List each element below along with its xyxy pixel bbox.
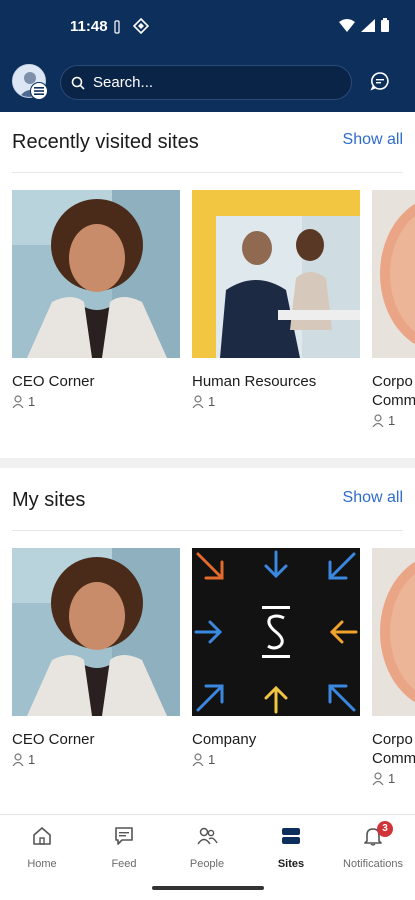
nav-people-label: People: [189, 858, 225, 870]
site-card-members: 1: [192, 752, 360, 767]
site-card-ceo-corner[interactable]: CEO Corner 1: [12, 548, 180, 767]
chat-icon: [370, 72, 389, 91]
nav-sites-label: Sites: [277, 858, 305, 870]
site-card-corporate-comm[interactable]: Corpo Comm 1: [372, 548, 415, 786]
nav-home-label: Home: [27, 858, 57, 870]
person-icon: [12, 395, 24, 408]
recent-show-all-link[interactable]: Show all: [343, 131, 403, 149]
nav-home[interactable]: Home: [2, 825, 82, 870]
nav-feed[interactable]: Feed: [84, 825, 164, 870]
my-sites-row[interactable]: CEO Corner 1 Company 1 Corpo Comm 1: [0, 548, 415, 808]
home-indicator[interactable]: [152, 886, 264, 890]
notifications-count-badge: 3: [377, 821, 393, 837]
site-card-members: 1: [372, 413, 415, 428]
status-time: 11:48: [70, 18, 108, 35]
search-placeholder: Search...: [93, 74, 154, 91]
company-logo-image: [192, 548, 360, 716]
signal-icon: [361, 18, 375, 32]
site-card-members: 1: [12, 394, 180, 409]
site-card-title: CEO Corner: [12, 731, 95, 748]
site-card-members: 1: [12, 752, 180, 767]
corporate-comm-image: [372, 548, 415, 716]
site-card-title: CEO Corner: [12, 373, 95, 390]
nav-notifications[interactable]: 3 Notifications: [333, 821, 413, 870]
recent-sites-row[interactable]: CEO Corner 1 Human Resources 1 Corpo Com…: [0, 190, 415, 450]
person-icon: [192, 753, 204, 766]
my-sites-show-all-link[interactable]: Show all: [343, 489, 403, 507]
site-card-title: Corpo Comm: [372, 731, 415, 767]
menu-badge-icon[interactable]: [30, 82, 48, 100]
person-icon: [192, 395, 204, 408]
vibrate-icon: [114, 20, 120, 34]
status-bar: 11:48: [0, 0, 415, 54]
divider: [12, 530, 403, 531]
chat-button[interactable]: [363, 64, 397, 98]
site-card-members: 1: [192, 394, 360, 409]
person-icon: [12, 753, 24, 766]
site-card-title: Company: [192, 731, 257, 748]
home-icon: [33, 827, 51, 845]
battery-icon: [381, 18, 389, 32]
site-card-title: Corpo Comm: [372, 373, 415, 409]
site-card-corporate-comm[interactable]: Corpo Comm 1: [372, 190, 415, 428]
ceo-corner-image: [12, 548, 180, 716]
site-card-human-resources[interactable]: Human Resources 1: [192, 190, 360, 409]
site-card-members: 1: [372, 771, 415, 786]
corporate-comm-image: [372, 190, 415, 358]
nav-notifications-label: Notifications: [343, 858, 403, 870]
sites-icon: [282, 828, 300, 844]
site-card-company[interactable]: Company 1: [192, 548, 360, 767]
person-icon: [372, 414, 384, 427]
section-separator: [0, 458, 415, 468]
ceo-corner-image: [12, 190, 180, 358]
recent-sites-title: Recently visited sites: [12, 131, 199, 153]
my-sites-title: My sites: [12, 489, 86, 511]
app-header: 11:48 Search...: [0, 0, 415, 112]
nav-sites[interactable]: Sites: [251, 825, 331, 870]
divider: [12, 172, 403, 173]
human-resources-image: [192, 190, 360, 358]
feed-icon: [115, 827, 133, 845]
search-input[interactable]: Search...: [60, 65, 352, 100]
sync-icon: [133, 18, 149, 34]
wifi-icon: [339, 18, 355, 32]
site-card-ceo-corner[interactable]: CEO Corner 1: [12, 190, 180, 409]
people-icon: [197, 827, 218, 845]
person-icon: [372, 772, 384, 785]
site-card-title: Human Resources: [192, 373, 317, 390]
nav-feed-label: Feed: [111, 858, 137, 870]
search-icon: [71, 76, 85, 90]
nav-people[interactable]: People: [167, 825, 247, 870]
